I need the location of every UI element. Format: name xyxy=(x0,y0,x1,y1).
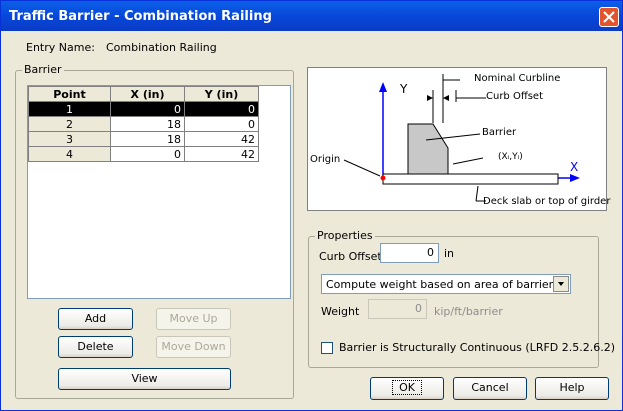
point-cell[interactable]: 3 xyxy=(28,131,111,147)
entry-name-label: Entry Name: xyxy=(26,41,95,54)
weight-mode-select[interactable]: Compute weight based on area of barrier xyxy=(321,274,571,294)
x-cell[interactable]: 0 xyxy=(110,146,185,162)
weight-unit: kip/ft/barrier xyxy=(434,305,503,318)
curb-offset-label: Curb Offset xyxy=(319,250,382,263)
weight-input[interactable]: 0 xyxy=(368,299,427,319)
title-bar[interactable]: Traffic Barrier - Combination Railing xyxy=(1,1,622,31)
weight-label: Weight xyxy=(321,305,360,318)
point-coordinate-label: (Xᵢ,Yᵢ) xyxy=(498,152,523,162)
curb-offset-input[interactable]: 0 xyxy=(380,243,439,263)
add-button[interactable]: Add xyxy=(58,308,133,330)
x-cell[interactable]: 18 xyxy=(110,131,185,147)
move-down-button[interactable]: Move Down xyxy=(156,336,231,358)
dialog-window: Traffic Barrier - Combination Railing En… xyxy=(0,0,623,411)
table-row[interactable]: 3 18 42 xyxy=(28,131,259,147)
nominal-curbline-label: Nominal Curbline xyxy=(474,73,561,84)
y-axis-label: Y xyxy=(400,82,408,96)
properties-group-title: Properties xyxy=(315,229,375,242)
close-icon xyxy=(603,11,615,23)
barrier-group-title: Barrier xyxy=(22,63,64,76)
structurally-continuous-label[interactable]: Barrier is Structurally Continuous (LRFD… xyxy=(339,341,615,354)
y-cell[interactable]: 0 xyxy=(184,116,259,132)
point-cell[interactable]: 4 xyxy=(28,146,111,162)
column-header-y[interactable]: Y (in) xyxy=(184,86,259,102)
x-cell[interactable]: 0 xyxy=(110,101,185,117)
points-grid[interactable]: Point X (in) Y (in) 1 0 0 2 18 0 3 18 42… xyxy=(27,85,291,299)
view-button[interactable]: View xyxy=(58,368,231,390)
window-title: Traffic Barrier - Combination Railing xyxy=(9,9,272,24)
y-cell[interactable]: 42 xyxy=(184,131,259,147)
barrier-diagram: Y X Nominal Curbline Curb Offset Barrier… xyxy=(307,67,611,211)
ok-button[interactable]: OK xyxy=(370,377,444,400)
x-cell[interactable]: 18 xyxy=(110,116,185,132)
cancel-button[interactable]: Cancel xyxy=(453,377,527,400)
point-cell[interactable]: 1 xyxy=(28,101,111,117)
move-up-button[interactable]: Move Up xyxy=(156,308,231,330)
entry-name-value: Combination Railing xyxy=(106,41,217,54)
curb-offset-unit: in xyxy=(444,247,455,260)
y-cell[interactable]: 42 xyxy=(184,146,259,162)
table-row[interactable]: 1 0 0 xyxy=(28,101,259,117)
table-row[interactable]: 4 0 42 xyxy=(28,146,259,162)
chevron-down-icon[interactable] xyxy=(553,276,569,292)
column-header-x[interactable]: X (in) xyxy=(110,86,185,102)
ok-button-label: OK xyxy=(392,380,422,395)
deck-label: Deck slab or top of girder xyxy=(483,196,611,207)
table-row[interactable]: 2 18 0 xyxy=(28,116,259,132)
barrier-diagram-label: Barrier xyxy=(482,127,517,138)
y-cell[interactable]: 0 xyxy=(184,101,259,117)
x-axis-label: X xyxy=(570,160,579,174)
structurally-continuous-checkbox[interactable] xyxy=(321,342,333,354)
help-button[interactable]: Help xyxy=(535,377,609,400)
origin-label: Origin xyxy=(310,154,341,165)
column-header-point[interactable]: Point xyxy=(28,86,111,102)
delete-button[interactable]: Delete xyxy=(58,336,133,358)
weight-mode-value: Compute weight based on area of barrier xyxy=(326,278,554,291)
barrier-diagram-graphic xyxy=(343,74,580,202)
point-cell[interactable]: 2 xyxy=(28,116,111,132)
close-button[interactable] xyxy=(599,7,619,27)
curb-offset-diagram-label: Curb Offset xyxy=(486,91,544,102)
